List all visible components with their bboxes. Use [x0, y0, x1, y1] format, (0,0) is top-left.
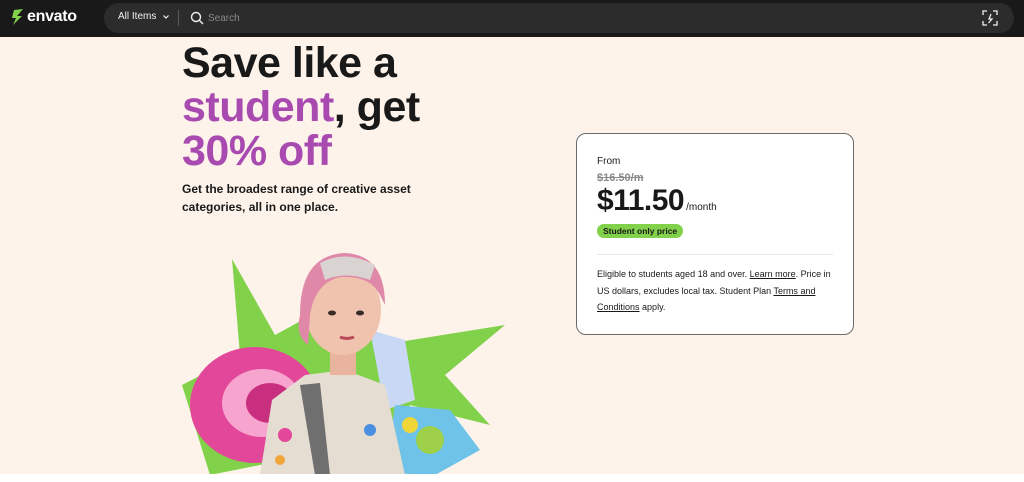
student-price-badge: Student only price: [597, 224, 684, 238]
search-divider: [178, 10, 179, 26]
card-divider: [597, 254, 833, 255]
category-dropdown[interactable]: All Items: [118, 11, 170, 22]
price-period: /month: [686, 202, 717, 213]
top-navigation-bar: envato All Items: [0, 0, 1024, 37]
image-search-icon[interactable]: [982, 10, 998, 26]
fine-print-text-1: Eligible to students aged 18 and over.: [597, 269, 748, 279]
pricing-card: From $16.50/m $11.50 /month Student only…: [576, 133, 854, 335]
category-label: All Items: [118, 11, 157, 22]
fine-print-text-3: apply.: [642, 302, 666, 312]
headline-line1: Save like a: [182, 39, 397, 87]
envato-leaf-icon: [12, 9, 23, 25]
from-label: From: [597, 156, 621, 167]
envato-logo[interactable]: envato: [12, 8, 77, 26]
search-input[interactable]: [208, 9, 908, 27]
headline-mid: , get: [333, 83, 420, 131]
pricing-fine-print: Eligible to students aged 18 and over. L…: [597, 266, 837, 316]
old-price: $16.50/m: [597, 172, 644, 184]
chevron-down-icon: [163, 14, 170, 19]
search-bar: All Items: [104, 3, 1014, 33]
learn-more-link[interactable]: Learn more: [750, 269, 796, 279]
headline-accent-student: student: [182, 83, 334, 131]
page-title: Save like a student, get 30% off: [182, 41, 482, 173]
student-price: $11.50: [597, 184, 685, 217]
hero-student-illustration: [182, 253, 505, 474]
price-row: $11.50 /month: [597, 184, 717, 218]
logo-text: envato: [27, 8, 77, 25]
hero-section: Save like a student, get 30% off Get the…: [0, 37, 1024, 474]
headline-accent-discount: 30% off: [182, 127, 332, 175]
hero-subline: Get the broadest range of creative asset…: [182, 182, 411, 214]
search-icon: [190, 11, 204, 25]
